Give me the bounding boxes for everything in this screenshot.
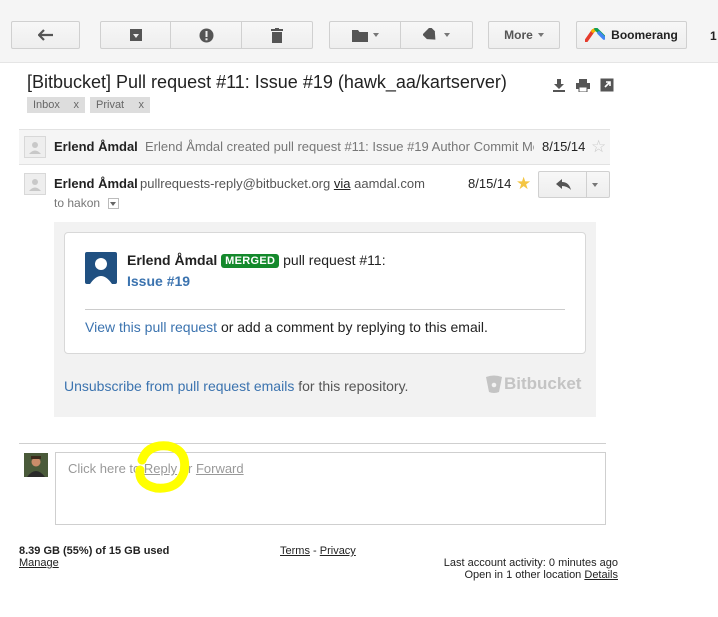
archive-icon [129, 29, 142, 41]
card-divider [85, 309, 565, 310]
folder-icon [351, 29, 368, 42]
sender-email: pullrequests-reply@bitbucket.org via aam… [140, 176, 425, 191]
back-button[interactable] [11, 21, 80, 49]
to-line: to hakon [54, 196, 101, 210]
view-line: View this pull request or add a comment … [85, 319, 488, 335]
unsubscribe-rest: for this repository. [298, 378, 409, 394]
remove-label-inbox[interactable]: x [74, 97, 80, 113]
via-domain: aamdal.com [354, 176, 425, 191]
terms-link[interactable]: Terms [280, 545, 310, 557]
trash-icon [271, 27, 283, 43]
new-window-icon[interactable] [600, 78, 614, 92]
merged-badge: MERGED [221, 254, 280, 268]
details-link[interactable]: Details [584, 569, 618, 581]
chevron-down-icon [444, 33, 450, 37]
card-headline: Erlend Åmdal MERGED pull request #11: [127, 252, 386, 268]
unsubscribe-link[interactable]: Unsubscribe from pull request emails [64, 378, 294, 394]
archive-button[interactable] [100, 21, 171, 49]
unsubscribe-line: Unsubscribe from pull request emails for… [64, 378, 408, 394]
boomerang-label: Boomerang [611, 28, 678, 42]
delete-button[interactable] [242, 21, 313, 49]
button-divider [586, 172, 587, 197]
yellow-highlight-annotation [135, 441, 190, 493]
sender-avatar [24, 173, 46, 195]
label-tag-icon [423, 28, 436, 40]
issue-link[interactable]: Issue #19 [127, 273, 190, 289]
brand-name: Bitbucket [504, 374, 582, 393]
sender-avatar [24, 136, 46, 158]
collapsed-snippet: Erlend Åmdal created pull request #11: I… [145, 139, 534, 154]
boomerang-logo-icon [585, 28, 606, 42]
chevron-down-icon [372, 33, 379, 37]
action-text: pull request #11: [283, 252, 386, 268]
last-activity: Last account activity: 0 minutes ago [443, 557, 618, 569]
footer-dash: - [313, 545, 317, 557]
label-inbox[interactable]: Inbox x [27, 97, 85, 113]
reply-button-group[interactable] [538, 171, 610, 198]
expanded-sender: Erlend Åmdal [54, 176, 138, 191]
report-spam-button[interactable] [171, 21, 242, 49]
collapsed-sender: Erlend Åmdal [54, 139, 138, 154]
view-line-rest: or add a comment by replying to this ema… [220, 319, 488, 335]
chevron-down-icon [110, 202, 116, 206]
star-icon[interactable]: ☆ [591, 138, 606, 155]
toolbar-trailing-number: 1 [710, 29, 717, 43]
bitbucket-logo: Bitbucket [486, 374, 581, 394]
thread-subject: [Bitbucket] Pull request #11: Issue #19 … [27, 72, 507, 92]
reply-arrow-icon[interactable] [556, 179, 571, 190]
thread-separator [19, 443, 606, 444]
privacy-link[interactable]: Privacy [320, 545, 356, 557]
user-photo-icon [24, 453, 48, 477]
footer-links: Terms - Privacy [280, 545, 356, 557]
author-avatar [85, 252, 117, 284]
bitbucket-bucket-icon [486, 375, 502, 393]
forward-link[interactable]: Forward [196, 461, 244, 476]
more-label: More [504, 28, 533, 42]
download-icon[interactable] [552, 78, 566, 92]
view-pull-request-link[interactable]: View this pull request [85, 319, 217, 335]
notification-card [64, 232, 586, 354]
sender-address: pullrequests-reply@bitbucket.org [140, 176, 331, 191]
manage-storage-link[interactable]: Manage [19, 557, 59, 569]
label-privat[interactable]: Privat x [90, 97, 150, 113]
person-icon [29, 179, 41, 191]
back-arrow-icon [37, 29, 53, 41]
print-icon[interactable] [576, 78, 590, 92]
person-icon [29, 142, 41, 154]
expanded-date: 8/15/14 [468, 176, 512, 191]
author-name: Erlend Åmdal [127, 252, 218, 268]
to-recipients: to hakon [54, 196, 100, 210]
chevron-down-icon [537, 33, 544, 37]
more-button[interactable]: More [488, 21, 560, 49]
my-avatar [24, 453, 48, 477]
starred-star-icon[interactable]: ★ [516, 175, 531, 192]
move-to-button[interactable] [329, 21, 401, 49]
person-icon [90, 258, 112, 284]
label-name: Inbox [33, 99, 60, 111]
label-name: Privat [96, 99, 125, 111]
show-details-toggle[interactable] [108, 198, 119, 209]
storage-usage: 8.39 GB (55%) of 15 GB used [19, 545, 170, 557]
toolbar: More Boomerang 1 [0, 0, 718, 63]
collapsed-date: 8/15/14 [542, 139, 586, 154]
boomerang-button[interactable]: Boomerang [576, 21, 687, 49]
open-locations-text: Open in 1 other location [464, 569, 582, 581]
via-link[interactable]: via [334, 176, 351, 191]
remove-label-privat[interactable]: x [139, 97, 145, 113]
spam-icon [199, 28, 213, 42]
more-reply-options-icon[interactable] [592, 183, 598, 187]
labels-button[interactable] [401, 21, 473, 49]
open-locations: Open in 1 other location Details [465, 569, 619, 581]
